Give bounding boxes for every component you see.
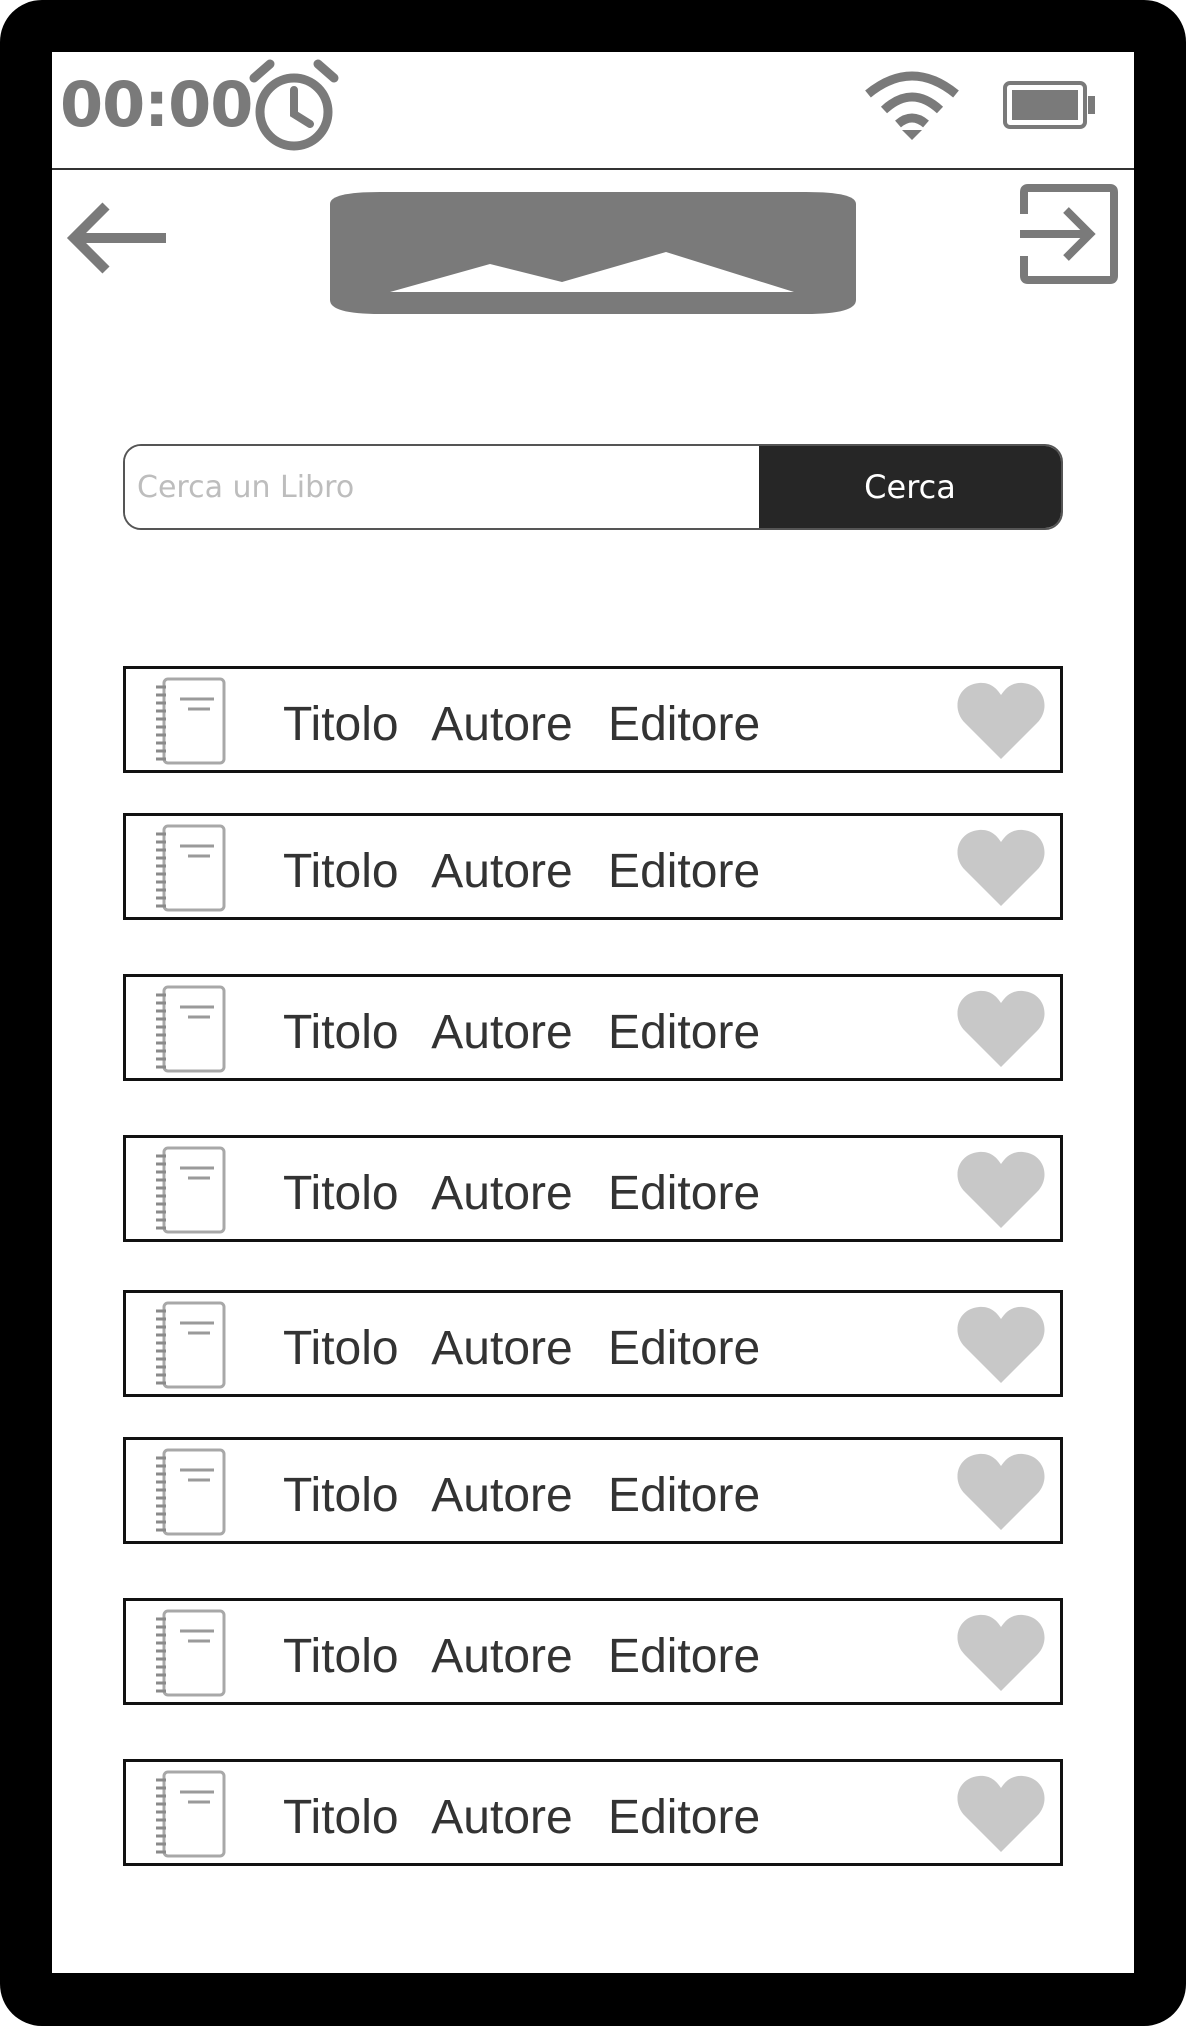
book-author: Autore [431, 1469, 573, 1522]
alarm-clock-icon [249, 59, 339, 151]
favorite-heart-icon[interactable] [957, 1150, 1045, 1228]
notebook-icon [156, 1301, 226, 1389]
book-title: Titolo [283, 1006, 399, 1059]
notebook-icon [156, 824, 226, 912]
favorite-heart-icon[interactable] [957, 1305, 1045, 1383]
phone-frame: 00:00 Cerca un Libro Cerca Titolo Autore… [0, 0, 1186, 2026]
notebook-icon [156, 1770, 226, 1858]
book-author: Autore [431, 1167, 573, 1220]
book-author: Autore [431, 1791, 573, 1844]
book-list-item[interactable]: Titolo Autore Editore [123, 1437, 1063, 1544]
book-info: Titolo Autore Editore [283, 697, 782, 752]
book-list-item[interactable]: Titolo Autore Editore [123, 1598, 1063, 1705]
book-publisher: Editore [608, 698, 761, 751]
book-author: Autore [431, 698, 573, 751]
book-list-item[interactable]: Titolo Autore Editore [123, 1290, 1063, 1397]
search-bar: Cerca [123, 444, 1063, 530]
battery-icon [1003, 81, 1095, 129]
logout-icon[interactable] [1020, 184, 1118, 284]
book-list-item[interactable]: Titolo Autore Editore [123, 974, 1063, 1081]
book-publisher: Editore [608, 1469, 761, 1522]
book-info: Titolo Autore Editore [283, 1629, 782, 1684]
book-author: Autore [431, 845, 573, 898]
notebook-icon [156, 1609, 226, 1697]
book-publisher: Editore [608, 1630, 761, 1683]
back-arrow-icon[interactable] [66, 202, 170, 274]
status-time: 00:00 [60, 68, 253, 141]
book-title: Titolo [283, 1791, 399, 1844]
search-button[interactable]: Cerca [759, 446, 1061, 528]
book-author: Autore [431, 1630, 573, 1683]
book-publisher: Editore [608, 1167, 761, 1220]
book-title: Titolo [283, 1167, 399, 1220]
book-list-item[interactable]: Titolo Autore Editore [123, 1135, 1063, 1242]
book-title: Titolo [283, 698, 399, 751]
book-author: Autore [431, 1322, 573, 1375]
book-info: Titolo Autore Editore [283, 1166, 782, 1221]
book-publisher: Editore [608, 1791, 761, 1844]
logo-image-placeholder-icon [330, 192, 856, 314]
favorite-heart-icon[interactable] [957, 681, 1045, 759]
book-list-item[interactable]: Titolo Autore Editore [123, 1759, 1063, 1866]
notebook-icon [156, 1448, 226, 1536]
book-list-item[interactable]: Titolo Autore Editore [123, 813, 1063, 920]
book-info: Titolo Autore Editore [283, 1790, 782, 1845]
book-info: Titolo Autore Editore [283, 844, 782, 899]
book-title: Titolo [283, 845, 399, 898]
book-publisher: Editore [608, 1006, 761, 1059]
book-title: Titolo [283, 1322, 399, 1375]
book-author: Autore [431, 1006, 573, 1059]
book-info: Titolo Autore Editore [283, 1321, 782, 1376]
book-info: Titolo Autore Editore [283, 1468, 782, 1523]
book-title: Titolo [283, 1630, 399, 1683]
status-bar: 00:00 [52, 52, 1134, 170]
favorite-heart-icon[interactable] [957, 1613, 1045, 1691]
book-title: Titolo [283, 1469, 399, 1522]
book-list-item[interactable]: Titolo Autore Editore [123, 666, 1063, 773]
notebook-icon [156, 677, 226, 765]
favorite-heart-icon[interactable] [957, 1452, 1045, 1530]
book-info: Titolo Autore Editore [283, 1005, 782, 1060]
notebook-icon [156, 1146, 226, 1234]
wifi-icon [865, 71, 959, 140]
favorite-heart-icon[interactable] [957, 828, 1045, 906]
notebook-icon [156, 985, 226, 1073]
search-input[interactable] [125, 446, 759, 528]
book-publisher: Editore [608, 1322, 761, 1375]
favorite-heart-icon[interactable] [957, 1774, 1045, 1852]
app-screen: 00:00 Cerca un Libro Cerca Titolo Autore… [52, 52, 1134, 1973]
favorite-heart-icon[interactable] [957, 989, 1045, 1067]
book-publisher: Editore [608, 845, 761, 898]
